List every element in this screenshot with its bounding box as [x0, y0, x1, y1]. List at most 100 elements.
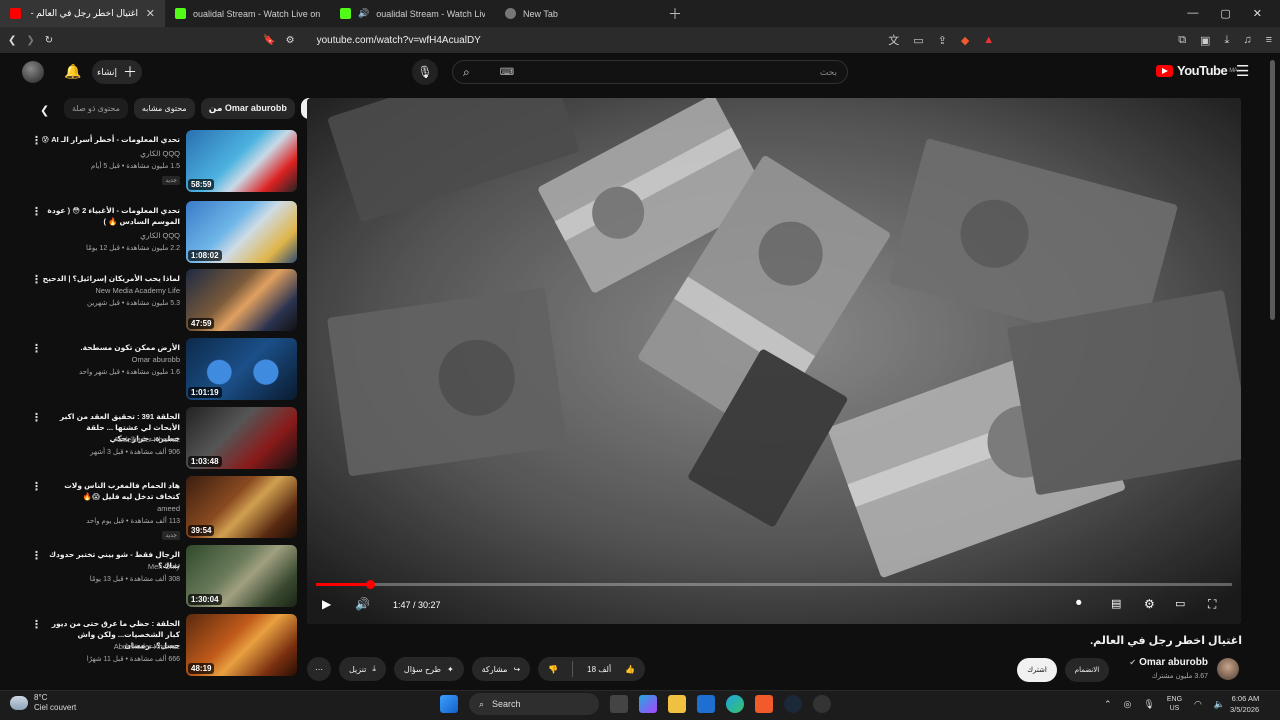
dislike-icon[interactable]: 👎	[548, 665, 558, 674]
channel-name[interactable]: New Media Academy Life	[30, 286, 180, 295]
progress-bar[interactable]	[316, 580, 1232, 589]
more-actions-button[interactable]: ⋯	[307, 657, 331, 681]
chip-scroll-left-icon[interactable]: ❮	[40, 104, 49, 117]
chip-similar[interactable]: محتوى مشابه	[133, 98, 195, 119]
list-item[interactable]: ⋮ 1:01:19 الأرض ممكن تكون مسطحة. Omar ab…	[0, 338, 300, 403]
search-icon[interactable]: ⌕	[463, 65, 470, 80]
keyboard-icon[interactable]: ⌨	[500, 67, 514, 78]
media-icon[interactable]: ♫	[1243, 34, 1251, 46]
share-page-icon[interactable]: ⇪	[938, 34, 947, 47]
notifications-bell-icon[interactable]: 🔔	[64, 63, 81, 80]
list-item[interactable]: ⋮ 1:08:02 تحدي المعلومات - الأغبياء 2 😳 …	[0, 201, 300, 266]
list-item[interactable]: ⋮ 1:30:04 الرجال فقط - شو بيني تختبر حدو…	[0, 545, 300, 610]
bookmark-icon[interactable]: 🔖	[263, 35, 275, 46]
search-input[interactable]: ⌕ ⌨ بحث	[452, 60, 848, 84]
browser-tab-newtab[interactable]: New Tab	[495, 0, 660, 27]
video-title[interactable]: تحدي المعلومات - الأغبياء 2 😳 ( عودة الم…	[40, 205, 180, 227]
downloads-icon[interactable]: ⤓	[1224, 34, 1229, 47]
windows-start-icon[interactable]	[440, 695, 458, 713]
close-tab-icon[interactable]: ✕	[146, 7, 155, 20]
browser-tab-youtube[interactable]: اغتيال اخطر رجل في العالم - YouTube ✕	[0, 0, 165, 27]
subtitles-icon[interactable]: ▤	[1111, 597, 1121, 610]
browser-menu-icon[interactable]: ≡	[1266, 34, 1272, 46]
close-window-icon[interactable]: ✕	[1253, 7, 1262, 20]
video-title[interactable]: لماذا يحب الأمريكان إسرائيل؟ | الدحيح	[40, 273, 180, 284]
edge-icon[interactable]	[726, 695, 744, 713]
settings-gear-icon[interactable]: ⚙	[1144, 597, 1155, 611]
system-clock[interactable]: 6:06 AM 3/5/2026	[1230, 693, 1259, 715]
chip-from-channel[interactable]: من Omar aburobb	[200, 98, 295, 119]
account-avatar[interactable]	[22, 61, 44, 83]
site-info-icon[interactable]: ⚙	[286, 35, 295, 46]
file-explorer-icon[interactable]	[668, 695, 686, 713]
subscribe-button[interactable]: اشترك	[1017, 658, 1057, 682]
store-icon[interactable]	[697, 695, 715, 713]
extensions-icon[interactable]: ⧉	[1178, 34, 1186, 47]
back-icon[interactable]: ❮	[8, 35, 16, 46]
tray-chevron-icon[interactable]: ⌃	[1104, 699, 1112, 710]
play-icon[interactable]: ▶	[322, 597, 331, 611]
copilot-icon[interactable]	[639, 695, 657, 713]
brave-shields-icon[interactable]: ◆	[961, 34, 969, 47]
channel-name[interactable]: الكاري QQQ	[30, 149, 180, 158]
reload-icon[interactable]: ↻	[45, 35, 53, 46]
list-item[interactable]: ⋮ 47:59 لماذا يحب الأمريكان إسرائيل؟ | ا…	[0, 269, 300, 334]
channel-name[interactable]: الكاري QQQ	[30, 231, 180, 240]
task-view-icon[interactable]	[610, 695, 628, 713]
download-button[interactable]: تنزيل ⤓	[339, 657, 386, 681]
theater-mode-icon[interactable]: ▭	[1175, 597, 1185, 610]
progress-scrubber[interactable]	[366, 580, 376, 589]
list-item[interactable]: ⋮ 58:59 تحدي المعلومات - أخطر أسرار الـ …	[0, 130, 300, 195]
guide-menu-icon[interactable]: ☰	[1236, 62, 1249, 80]
list-item[interactable]: ⋮ 1:03:48 الحلقة 391 : تحقيق العقد من اك…	[0, 407, 300, 472]
taskbar-search[interactable]: ⌕ Search	[469, 693, 599, 715]
duration-badge: 58:59	[188, 179, 215, 190]
ask-button[interactable]: طرح سؤال ✦	[393, 657, 464, 681]
minimize-icon[interactable]: —	[1187, 7, 1198, 20]
like-icon[interactable]: 👍	[625, 665, 635, 674]
sidebar-icon[interactable]: ▣	[1200, 34, 1210, 47]
volume-icon[interactable]: 🔊	[355, 597, 370, 611]
channel-name[interactable]: Abdelkader Kharraz	[30, 642, 180, 651]
video-title[interactable]: هاد الحمام فالمغرب الناس ولات كتخاف تدخل…	[40, 480, 180, 502]
tray-mic-icon[interactable]: 🎙	[1143, 699, 1154, 710]
channel-name[interactable]: ameed	[30, 504, 180, 513]
voice-search-button[interactable]: 🎙	[412, 59, 438, 85]
browser-tab-kick-2[interactable]: 🔊 oualidal Stream - Watch Live on Kick	[330, 0, 495, 27]
channel-name[interactable]: Abdelkader Kharraz	[30, 435, 180, 444]
fullscreen-icon[interactable]: ⛶	[1208, 597, 1216, 612]
forward-icon[interactable]: ❯	[26, 35, 34, 46]
browser-tab-kick-1[interactable]: oualidal Stream - Watch Live on Kick	[165, 0, 330, 27]
video-player[interactable]	[307, 98, 1241, 624]
youtube-logo[interactable]: YouTube MA	[1156, 63, 1238, 78]
list-item[interactable]: ⋮ 48:19 الحلقة : حظي ما عرق حتى من ديور …	[0, 614, 300, 679]
url-field[interactable]: youtube.com/watch?v=wfH4AcualDY	[317, 35, 481, 46]
channel-name[interactable]: Men Only	[30, 562, 180, 571]
brave-icon[interactable]	[755, 695, 773, 713]
language-indicator[interactable]: ENG US	[1167, 695, 1182, 713]
channel-avatar[interactable]	[1217, 658, 1239, 680]
steam-icon[interactable]	[784, 695, 802, 713]
video-meta: 906 ألف مشاهدة • قبل 3 أشهر	[90, 449, 180, 456]
wifi-icon[interactable]: ◠	[1194, 699, 1202, 710]
new-tab-button[interactable]: ＋	[668, 4, 682, 24]
brave-rewards-icon[interactable]: ▲	[983, 34, 994, 46]
channel-name-main[interactable]: ✔ Omar aburobb	[1129, 657, 1208, 668]
weather-widget[interactable]: 8°C Ciel couvert	[10, 693, 76, 713]
channel-name[interactable]: Omar aburobb	[30, 355, 180, 364]
video-title[interactable]: الأرض ممكن تكون مسطحة.	[40, 342, 181, 353]
create-button[interactable]: إنشاء ＋	[92, 60, 142, 84]
volume-tray-icon[interactable]: 🔈	[1214, 699, 1225, 710]
video-title[interactable]: تحدي المعلومات - أخطر أسرار الـ AI 😰	[40, 134, 180, 145]
autoplay-toggle-icon[interactable]: ⏺	[1076, 597, 1082, 610]
cast-icon[interactable]: ▭	[913, 34, 923, 47]
share-button[interactable]: مشاركة ↪	[471, 657, 531, 681]
app-icon[interactable]	[813, 695, 831, 713]
join-button[interactable]: الانضمام	[1065, 658, 1109, 682]
page-scrollbar[interactable]	[1270, 60, 1275, 320]
chip-related[interactable]: محتوى ذو صلة	[64, 98, 128, 119]
translate-icon[interactable]: 文	[888, 32, 899, 48]
maximize-icon[interactable]: ▢	[1220, 7, 1230, 20]
tray-app-icon[interactable]: ◎	[1124, 699, 1132, 710]
list-item[interactable]: ⋮ 39:54 هاد الحمام فالمغرب الناس ولات كت…	[0, 476, 300, 541]
